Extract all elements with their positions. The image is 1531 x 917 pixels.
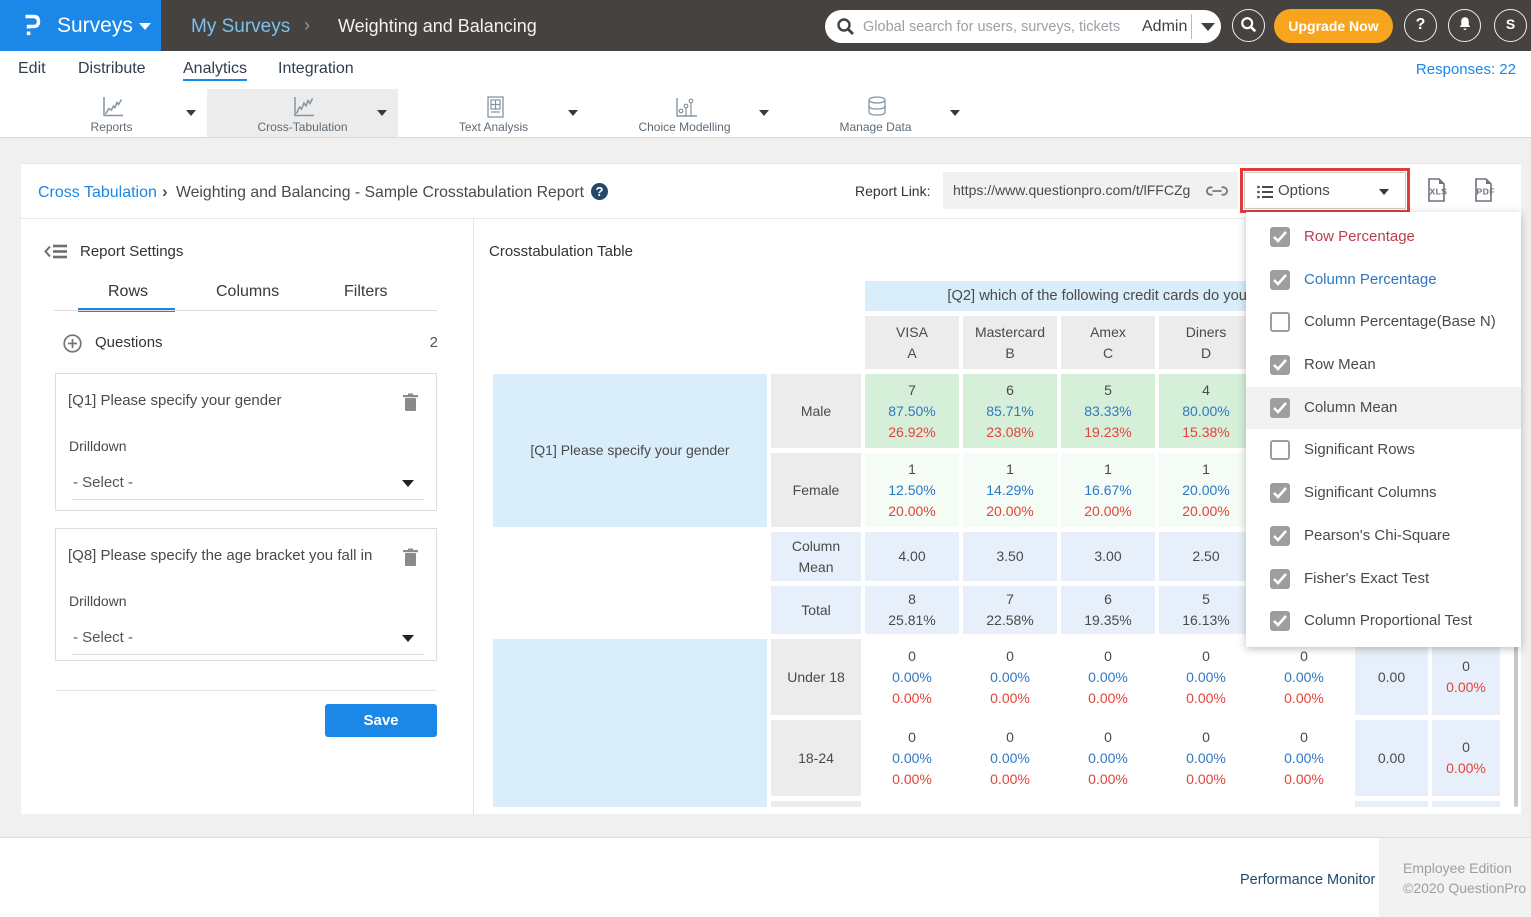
svg-text:XLS: XLS — [1430, 187, 1448, 197]
svg-text:PDF: PDF — [1477, 187, 1495, 197]
